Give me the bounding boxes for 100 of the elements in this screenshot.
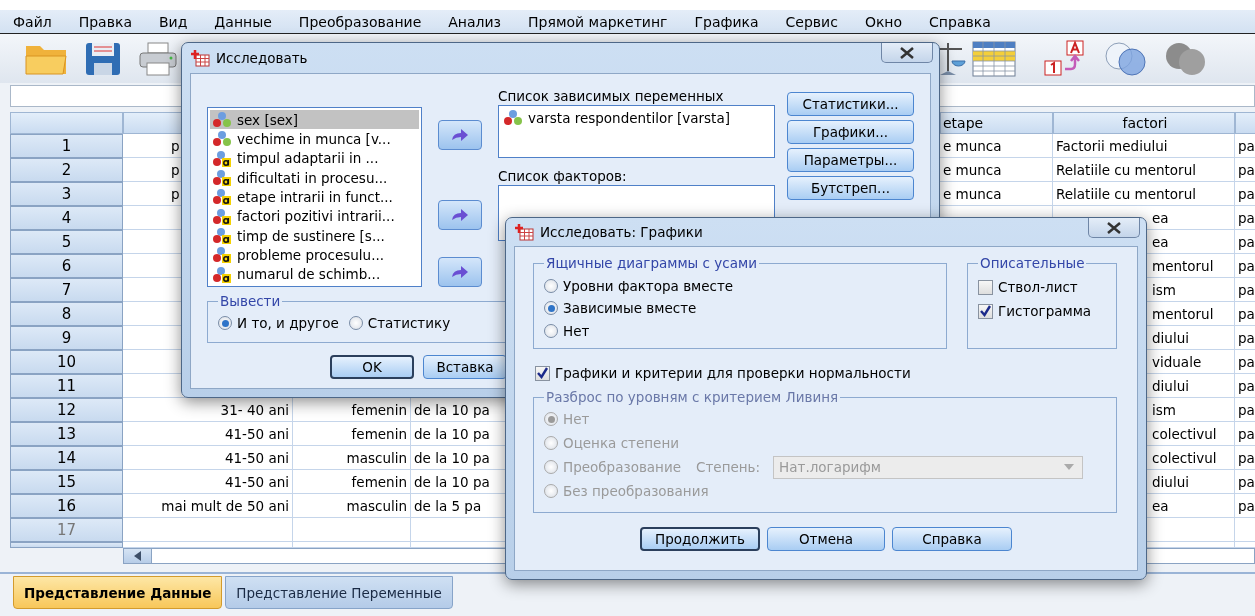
close-button[interactable] <box>1088 218 1140 238</box>
row-number[interactable]: 12 <box>10 398 123 422</box>
table-cell: mai mult de 50 ani <box>123 494 293 518</box>
table-cell: femenin <box>293 470 411 494</box>
table-cell: pa <box>1235 422 1255 446</box>
row-number[interactable]: 15 <box>10 470 123 494</box>
table-cell: pa <box>1235 350 1255 374</box>
menu-item[interactable]: Окно <box>864 13 903 30</box>
variable-item[interactable]: numarul de schimb... <box>210 264 419 284</box>
group-title: Ящичные диаграммы с усами <box>545 255 758 271</box>
dialog-button[interactable]: Графики... <box>787 120 914 144</box>
table-cell: 31- 40 ani <box>123 398 293 422</box>
string-variable-icon <box>212 149 232 167</box>
corner-cell[interactable] <box>10 112 123 134</box>
table-icon[interactable] <box>972 40 1016 77</box>
list-label: Список факторов: <box>498 168 628 185</box>
table-cell: pa <box>1235 278 1255 302</box>
dialog-button[interactable]: Статистики... <box>787 92 914 116</box>
menu-item[interactable]: Правка <box>78 13 132 30</box>
dialog-button[interactable]: Параметры... <box>787 148 914 172</box>
view-tab[interactable]: Представление Данные <box>13 576 223 609</box>
row-number[interactable] <box>10 542 123 548</box>
menu-item[interactable]: Графика <box>694 13 759 30</box>
move-button[interactable] <box>438 257 482 287</box>
dialog-button[interactable]: OK <box>330 355 414 379</box>
list-label: Список зависимых переменных <box>498 88 725 105</box>
view-tab[interactable]: Представление Переменные <box>225 576 453 609</box>
radio-button[interactable] <box>218 316 232 330</box>
close-icon <box>1106 221 1122 234</box>
close-button[interactable] <box>881 43 933 63</box>
table-cell: pa <box>1235 182 1255 206</box>
column-header[interactable]: etape <box>940 112 1053 134</box>
string-variable-icon <box>212 265 232 283</box>
nominal-variable-icon <box>212 111 232 129</box>
menu-item[interactable]: Справка <box>929 13 991 30</box>
variable-list[interactable] <box>207 107 422 287</box>
option-label: Уровни фактора вместе <box>563 278 734 295</box>
variable-item[interactable]: probleme procesulu... <box>210 245 419 265</box>
option-label: Статистику <box>367 315 451 331</box>
row-number[interactable]: 14 <box>10 446 123 470</box>
row-number[interactable]: 9 <box>10 326 123 350</box>
row-number[interactable]: 3 <box>10 182 123 206</box>
move-button[interactable] <box>438 200 482 230</box>
menu-item[interactable]: Прямой маркетинг <box>528 13 668 30</box>
table-cell: Relatiile cu mentorul <box>1053 182 1235 206</box>
table-cell: 41-50 ani <box>123 470 293 494</box>
table-cell: pa <box>1235 374 1255 398</box>
variable-name: timp de sustinere [s... <box>237 227 385 244</box>
menu-item[interactable]: Анализ <box>448 13 502 30</box>
radio-button[interactable] <box>348 316 363 330</box>
row-number[interactable]: 10 <box>10 350 123 374</box>
row-number[interactable]: 1 <box>10 134 123 158</box>
checkbox[interactable] <box>535 365 550 381</box>
arrow-right-icon <box>450 265 470 279</box>
dialog-button[interactable]: Продолжить <box>640 527 760 551</box>
row-number[interactable]: 11 <box>10 374 123 398</box>
checkbox[interactable] <box>978 279 993 295</box>
variable-item[interactable]: timp de sustinere [s... <box>210 225 419 246</box>
move-button[interactable] <box>438 120 482 150</box>
check-icon <box>536 367 549 379</box>
scroll-left-icon[interactable] <box>133 551 142 561</box>
dialog-button[interactable]: Справка <box>892 527 1012 551</box>
variable-item[interactable]: sex [sex] <box>210 110 419 130</box>
dialog-button[interactable]: Бутстреп... <box>787 176 914 200</box>
row-number[interactable]: 6 <box>10 254 123 278</box>
radio-button[interactable] <box>544 301 558 316</box>
row-number[interactable]: 5 <box>10 230 123 254</box>
table-cell: femenin <box>293 422 411 446</box>
string-variable-icon <box>212 207 232 225</box>
table-cell: masculin <box>293 446 411 470</box>
menu-item[interactable]: Сервис <box>785 13 838 30</box>
option-label: Графики и критерии для проверки нормальности <box>555 365 911 381</box>
nominal-variable-icon <box>503 109 523 127</box>
variable-name: varsta respondentilor [varsta] <box>528 109 730 126</box>
checkbox[interactable] <box>978 303 993 319</box>
radio-button[interactable] <box>544 323 558 338</box>
dialog-button[interactable]: Отмена <box>767 527 885 551</box>
menu-item[interactable]: Файл <box>13 13 52 30</box>
close-icon <box>899 46 915 59</box>
row-number[interactable]: 2 <box>10 158 123 182</box>
option-label: Нет <box>563 322 590 339</box>
menu-item[interactable]: Преобразование <box>298 13 422 30</box>
save-icon[interactable] <box>84 40 122 77</box>
nominal-variable-icon <box>212 130 232 148</box>
table-cell: femenin <box>293 398 411 422</box>
printer-icon[interactable] <box>138 40 178 77</box>
dependent-list[interactable]: varsta respondentilor [varsta] <box>498 105 775 158</box>
table-cell: e munca <box>940 182 1053 206</box>
column-header[interactable]: factori <box>1053 112 1235 134</box>
row-number[interactable]: 8 <box>10 302 123 326</box>
radio-button[interactable] <box>544 279 558 294</box>
menu-item[interactable]: Данные <box>214 13 272 30</box>
row-number[interactable]: 7 <box>10 278 123 302</box>
row-number[interactable]: 13 <box>10 422 123 446</box>
dialog-button[interactable]: Вставка <box>423 355 507 379</box>
variable-item[interactable]: factori pozitivi intrarii... <box>210 206 419 226</box>
row-number[interactable]: 16 <box>10 494 123 518</box>
menu-item[interactable]: Вид <box>158 13 188 30</box>
group-title: Вывести <box>219 293 282 309</box>
row-number[interactable]: 4 <box>10 206 123 230</box>
